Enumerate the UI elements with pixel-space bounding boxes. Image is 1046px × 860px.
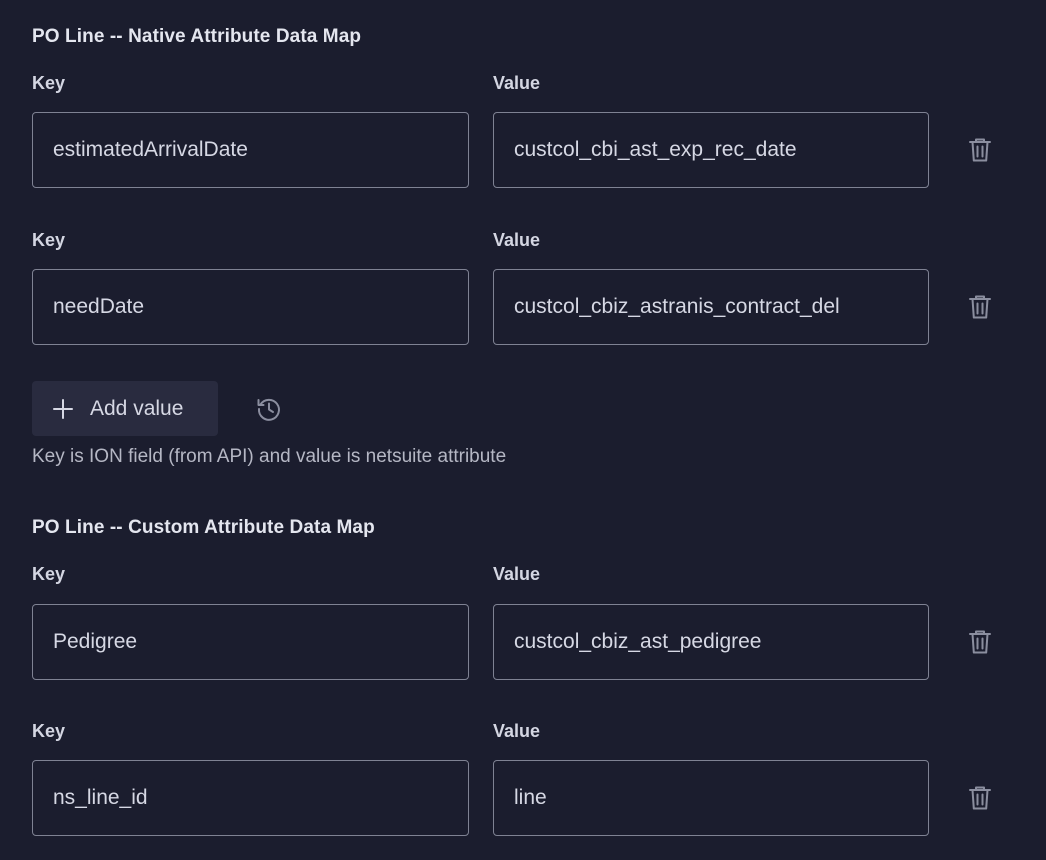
key-label: Key bbox=[32, 73, 66, 93]
native-value-input-2[interactable] bbox=[493, 269, 929, 345]
history-icon bbox=[257, 398, 280, 421]
plus-icon bbox=[52, 398, 74, 420]
key-label: Key bbox=[32, 564, 66, 584]
custom-key-input-2[interactable] bbox=[32, 760, 469, 836]
native-map-title: PO Line -- Native Attribute Data Map bbox=[32, 26, 362, 47]
value-label: Value bbox=[493, 73, 541, 93]
native-key-input-2[interactable] bbox=[32, 269, 469, 345]
helper-text: Key is ION field (from API) and value is… bbox=[32, 446, 507, 467]
delete-row-button[interactable] bbox=[964, 291, 996, 323]
custom-map-title: PO Line -- Custom Attribute Data Map bbox=[32, 517, 375, 538]
value-label: Value bbox=[493, 721, 541, 741]
key-label: Key bbox=[32, 230, 66, 250]
custom-value-input-1[interactable] bbox=[493, 604, 929, 680]
add-value-button[interactable]: Add value bbox=[32, 381, 218, 436]
custom-key-input-1[interactable] bbox=[32, 604, 469, 680]
delete-row-button[interactable] bbox=[964, 782, 996, 814]
key-label: Key bbox=[32, 721, 66, 741]
value-label: Value bbox=[493, 564, 541, 584]
trash-icon bbox=[969, 786, 991, 810]
trash-icon bbox=[969, 630, 991, 654]
native-key-input-1[interactable] bbox=[32, 112, 469, 188]
value-label: Value bbox=[493, 230, 541, 250]
native-value-input-1[interactable] bbox=[493, 112, 929, 188]
delete-row-button[interactable] bbox=[964, 626, 996, 658]
add-value-label: Add value bbox=[90, 396, 184, 420]
custom-value-input-2[interactable] bbox=[493, 760, 929, 836]
trash-icon bbox=[969, 295, 991, 319]
reset-history-button[interactable] bbox=[254, 394, 284, 424]
delete-row-button[interactable] bbox=[964, 134, 996, 166]
trash-icon bbox=[969, 138, 991, 162]
